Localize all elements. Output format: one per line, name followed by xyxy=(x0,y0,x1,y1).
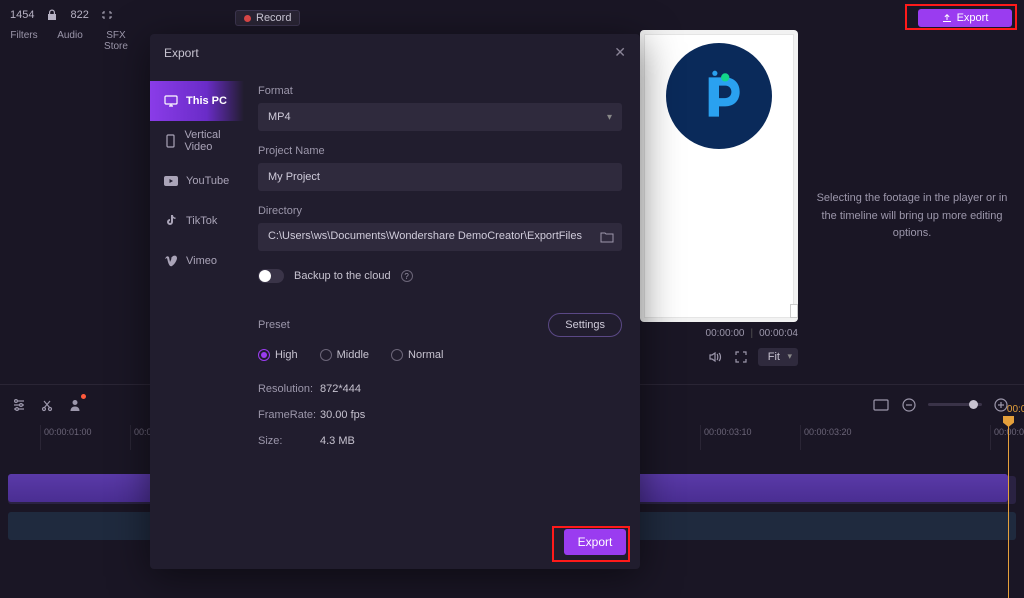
export-button-top[interactable]: Export xyxy=(918,9,1012,27)
info-icon[interactable]: ? xyxy=(401,270,413,282)
framerate-value: 30.00 fps xyxy=(320,409,365,421)
playhead[interactable]: 00:00:04:11 xyxy=(1008,418,1009,598)
ruler-tick: 00:00:03:20 xyxy=(800,425,852,450)
format-select[interactable]: MP4 ▾ xyxy=(258,103,622,131)
size-label: Size: xyxy=(258,435,320,447)
sliders-icon[interactable] xyxy=(10,396,28,414)
cut-icon[interactable] xyxy=(38,396,56,414)
fullscreen-icon[interactable] xyxy=(732,348,750,366)
sidebar-item-tiktok[interactable]: TikTok xyxy=(150,201,244,241)
format-label: Format xyxy=(258,85,622,97)
quality-high[interactable]: High xyxy=(258,349,298,361)
editing-hint: Selecting the footage in the player or i… xyxy=(810,190,1014,243)
phone-icon xyxy=(164,134,176,148)
dialog-title: Export xyxy=(164,46,199,60)
preset-label: Preset xyxy=(258,319,290,331)
sidebar-item-this-pc[interactable]: This PC xyxy=(150,81,244,121)
playhead-time: 00:00:04:11 xyxy=(1007,404,1024,415)
backup-toggle[interactable] xyxy=(258,269,284,283)
preview-timecode: 00:00:00|00:00:04 xyxy=(640,328,798,339)
export-confirm-button[interactable]: Export xyxy=(564,529,626,555)
zoom-out-icon[interactable] xyxy=(900,396,918,414)
preview-logo xyxy=(666,43,772,149)
sidebar-item-vertical[interactable]: Vertical Video xyxy=(150,121,244,161)
record-icon xyxy=(244,15,251,22)
person-icon[interactable] xyxy=(66,396,84,414)
sidebar-item-youtube[interactable]: YouTube xyxy=(150,161,244,201)
tiktok-icon xyxy=(164,214,178,228)
size-value: 4.3 MB xyxy=(320,435,355,447)
browse-button[interactable] xyxy=(592,223,622,251)
zoom-fit-dropdown[interactable]: Fit xyxy=(758,348,798,366)
ruler-tick: 00:00:01:00 xyxy=(40,425,92,450)
framerate-label: FrameRate: xyxy=(258,409,320,421)
resolution-label: Resolution: xyxy=(258,383,320,395)
sidebar-item-vimeo[interactable]: Vimeo xyxy=(150,241,244,281)
directory-label: Directory xyxy=(258,205,622,217)
export-sidebar: This PC Vertical Video YouTube TikTok Vi… xyxy=(150,71,244,515)
resize-handle[interactable] xyxy=(790,304,798,318)
project-name-label: Project Name xyxy=(258,145,622,157)
volume-icon[interactable] xyxy=(706,348,724,366)
project-name-input[interactable] xyxy=(258,163,622,191)
quality-normal[interactable]: Normal xyxy=(391,349,443,361)
folder-icon xyxy=(600,231,614,243)
export-dialog: Export ✕ This PC Vertical Video YouTube … xyxy=(150,34,640,569)
youtube-icon xyxy=(164,176,178,186)
top-bar: 1454 822 Filters Audio SFX Store Record … xyxy=(0,0,1024,30)
ruler-tick: 00:00:03:10 xyxy=(700,425,752,450)
quality-middle[interactable]: Middle xyxy=(320,349,369,361)
settings-button[interactable]: Settings xyxy=(548,313,622,337)
vimeo-icon xyxy=(164,255,178,267)
chevron-down-icon: ▾ xyxy=(607,112,612,123)
aspect-icon[interactable] xyxy=(872,396,890,414)
monitor-icon xyxy=(164,95,178,107)
directory-path: C:\Users\ws\Documents\Wondershare DemoCr… xyxy=(258,223,592,251)
zoom-slider[interactable] xyxy=(928,403,982,406)
ruler-tick: 00:00:04 xyxy=(990,425,1024,450)
preview-canvas[interactable] xyxy=(640,30,798,322)
backup-label: Backup to the cloud xyxy=(294,270,391,282)
upload-icon xyxy=(942,13,952,23)
record-button[interactable]: Record xyxy=(235,10,300,26)
resolution-value: 872*444 xyxy=(320,383,361,395)
close-icon[interactable]: ✕ xyxy=(614,44,626,61)
